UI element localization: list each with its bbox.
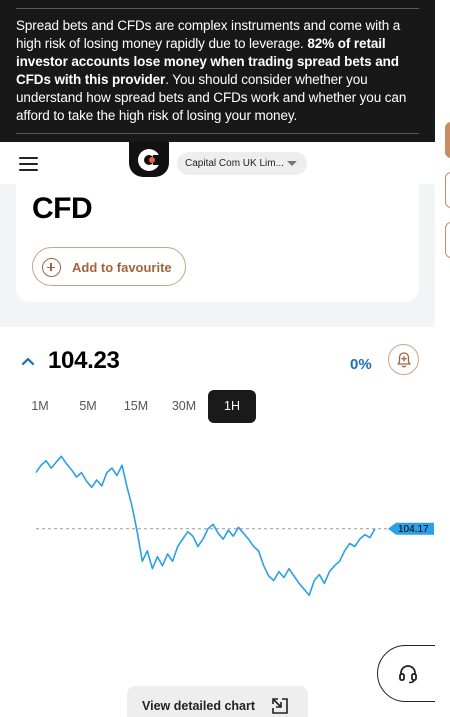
side-tab-active[interactable]	[445, 122, 450, 158]
support-button[interactable]	[377, 645, 435, 702]
last-price-tag: 104.17	[388, 522, 434, 535]
instrument-title: CFD	[32, 192, 93, 225]
price-series-line	[35, 455, 376, 597]
price-chart: 104.17	[35, 455, 434, 597]
price-alert-button[interactable]	[388, 344, 419, 375]
add-to-favourite-button[interactable]: Add to favourite	[32, 247, 186, 286]
page: Spread bets and CFDs are complex instrum…	[0, 0, 435, 717]
timeframe-5m[interactable]: 5M	[64, 390, 112, 423]
view-detailed-chart-label: View detailed chart	[142, 699, 256, 713]
side-tab[interactable]	[445, 222, 450, 258]
caret-down-icon	[287, 161, 297, 166]
hamburger-menu-icon[interactable]	[19, 157, 38, 171]
timeframe-1m[interactable]: 1M	[16, 390, 64, 423]
price-change: 0%	[350, 356, 372, 373]
right-gutter	[435, 0, 450, 717]
timeframe-1h[interactable]: 1H	[208, 390, 256, 423]
view-detailed-chart-button[interactable]: View detailed chart	[127, 686, 308, 717]
plus-circle-icon	[42, 258, 61, 277]
bell-plus-icon	[397, 352, 411, 368]
expand-arrow-icon	[272, 698, 288, 714]
entity-selector[interactable]: Capital Com UK Lim...	[177, 152, 307, 175]
entity-selector-label: Capital Com UK Lim...	[185, 158, 284, 169]
current-price: 104.23	[48, 347, 120, 374]
chevron-up-icon[interactable]	[21, 356, 35, 366]
add-to-favourite-label: Add to favourite	[72, 260, 172, 275]
headset-icon	[399, 665, 417, 684]
risk-warning-banner: Spread bets and CFDs are complex instrum…	[0, 0, 435, 142]
chart-panel: 104.23 0% 1M 5M 15M 30M 1H 104.17 View d…	[0, 327, 435, 717]
last-price-label: 104.17	[398, 524, 429, 535]
timeframe-30m[interactable]: 30M	[160, 390, 208, 423]
risk-warning-text: Spread bets and CFDs are complex instrum…	[16, 17, 420, 125]
banner-divider-top	[16, 8, 419, 9]
banner-divider-bottom	[16, 133, 419, 134]
capital-com-logo[interactable]	[129, 142, 169, 177]
side-tab[interactable]	[445, 172, 450, 208]
timeframe-15m[interactable]: 15M	[112, 390, 160, 423]
